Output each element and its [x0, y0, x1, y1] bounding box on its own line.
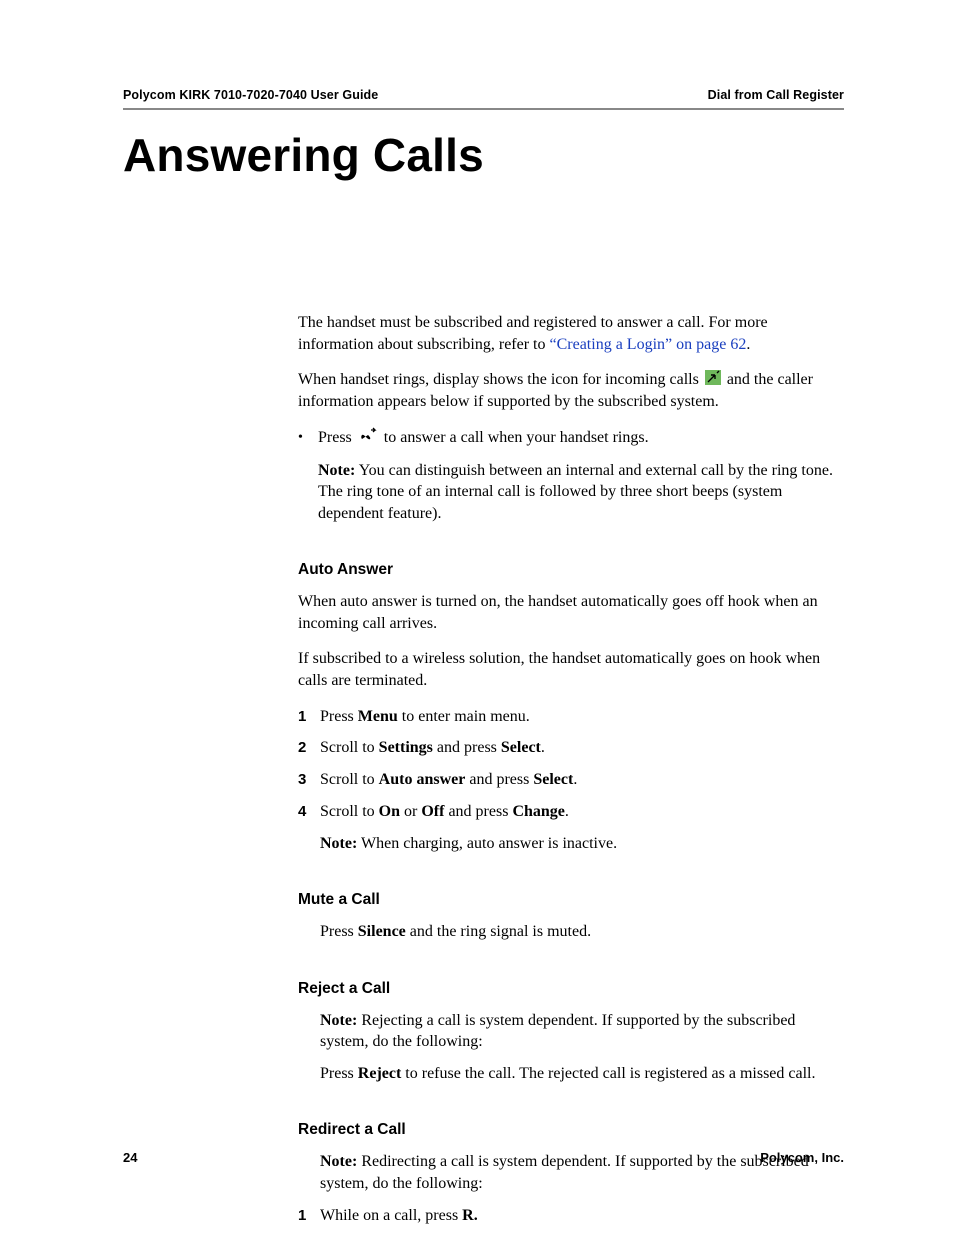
section-heading-mute: Mute a Call: [298, 890, 844, 911]
step-1: 1 Press Menu to enter main menu.: [298, 706, 844, 728]
page-footer: 24 Polycom, Inc.: [123, 1150, 844, 1165]
note-block: Note: Rejecting a call is system depende…: [320, 1010, 844, 1053]
step-text: Scroll to Settings and press Select.: [320, 737, 844, 759]
text: When handset rings, display shows the ic…: [298, 371, 703, 388]
note-label: Note:: [320, 1012, 357, 1029]
text: Press: [320, 1065, 358, 1082]
paragraph: When auto answer is turned on, the hands…: [298, 591, 844, 634]
intro-paragraph-2: When handset rings, display shows the ic…: [298, 369, 844, 413]
paragraph: Press Silence and the ring signal is mut…: [320, 921, 844, 943]
creating-a-login-link[interactable]: “Creating a Login” on page 62: [550, 336, 747, 353]
kw: On: [379, 803, 400, 820]
step-text: Press Menu to enter main menu.: [320, 706, 844, 728]
running-header: Polycom KIRK 7010-7020-7040 User Guide D…: [123, 88, 844, 110]
kw: Select: [501, 739, 541, 756]
bullet-item: • Press to answer a call when your hands…: [298, 427, 844, 450]
step-number: 1: [298, 1205, 320, 1227]
paragraph: If subscribed to a wireless solution, th…: [298, 648, 844, 691]
text: .: [541, 739, 545, 756]
header-left: Polycom KIRK 7010-7020-7040 User Guide: [123, 88, 378, 102]
note-block: Note: When charging, auto answer is inac…: [320, 833, 844, 855]
kw: Change: [512, 803, 564, 820]
chapter-title: Answering Calls: [123, 128, 844, 182]
note-label: Note:: [318, 462, 355, 479]
incoming-call-icon: [705, 370, 721, 392]
step-4: 4 Scroll to On or Off and press Change.: [298, 801, 844, 823]
text: While on a call, press: [320, 1207, 462, 1224]
note-block: Note: You can distinguish between an int…: [318, 460, 844, 525]
bullet-content: Press to answer a call when your handset…: [318, 427, 844, 450]
kw: Reject: [358, 1065, 402, 1082]
text: Press: [318, 429, 356, 446]
text: and press: [433, 739, 501, 756]
kw: Off: [421, 803, 444, 820]
kw: R.: [462, 1207, 478, 1224]
kw: Auto answer: [379, 771, 466, 788]
text: or: [400, 803, 421, 820]
text: Scroll to: [320, 771, 379, 788]
step-number: 2: [298, 737, 320, 759]
paragraph: Press Reject to refuse the call. The rej…: [320, 1063, 844, 1085]
step-2: 2 Scroll to Settings and press Select.: [298, 737, 844, 759]
text: Press: [320, 923, 358, 940]
page-number: 24: [123, 1150, 137, 1165]
body-column: The handset must be subscribed and regis…: [298, 312, 844, 524]
note-text: You can distinguish between an internal …: [318, 462, 833, 522]
section-heading-reject: Reject a Call: [298, 979, 844, 1000]
step-text: While on a call, press R.: [320, 1205, 844, 1227]
text: .: [573, 771, 577, 788]
text: and the ring signal is muted.: [406, 923, 591, 940]
kw: Menu: [358, 708, 398, 725]
section-heading-redirect: Redirect a Call: [298, 1120, 844, 1141]
answer-key-icon: [358, 427, 378, 450]
company-name: Polycom, Inc.: [760, 1150, 844, 1165]
section-heading-auto-answer: Auto Answer: [298, 560, 844, 581]
text: to answer a call when your handset rings…: [380, 429, 649, 446]
text: .: [746, 336, 750, 353]
note-label: Note:: [320, 835, 357, 852]
intro-paragraph-1: The handset must be subscribed and regis…: [298, 312, 844, 355]
bullet-marker: •: [298, 427, 318, 450]
step-3: 3 Scroll to Auto answer and press Select…: [298, 769, 844, 791]
section-body-auto-answer: When auto answer is turned on, the hands…: [298, 591, 844, 854]
text: to enter main menu.: [398, 708, 530, 725]
page: Polycom KIRK 7010-7020-7040 User Guide D…: [0, 0, 954, 1235]
text: .: [565, 803, 569, 820]
note-text: When charging, auto answer is inactive.: [357, 835, 617, 852]
kw: Select: [533, 771, 573, 788]
step-text: Scroll to Auto answer and press Select.: [320, 769, 844, 791]
section-body-mute: Press Silence and the ring signal is mut…: [298, 921, 844, 943]
text: Scroll to: [320, 803, 379, 820]
step-number: 3: [298, 769, 320, 791]
section-body-reject: Note: Rejecting a call is system depende…: [298, 1010, 844, 1085]
text: to refuse the call. The rejected call is…: [401, 1065, 815, 1082]
step-1: 1 While on a call, press R.: [298, 1205, 844, 1227]
note-text: Rejecting a call is system dependent. If…: [320, 1012, 795, 1051]
text: Scroll to: [320, 739, 379, 756]
step-number: 4: [298, 801, 320, 823]
step-text: Scroll to On or Off and press Change.: [320, 801, 844, 823]
header-right: Dial from Call Register: [708, 88, 844, 102]
kw: Silence: [358, 923, 406, 940]
kw: Settings: [379, 739, 433, 756]
step-number: 1: [298, 706, 320, 728]
text: Press: [320, 708, 358, 725]
text: and press: [444, 803, 512, 820]
text: and press: [465, 771, 533, 788]
